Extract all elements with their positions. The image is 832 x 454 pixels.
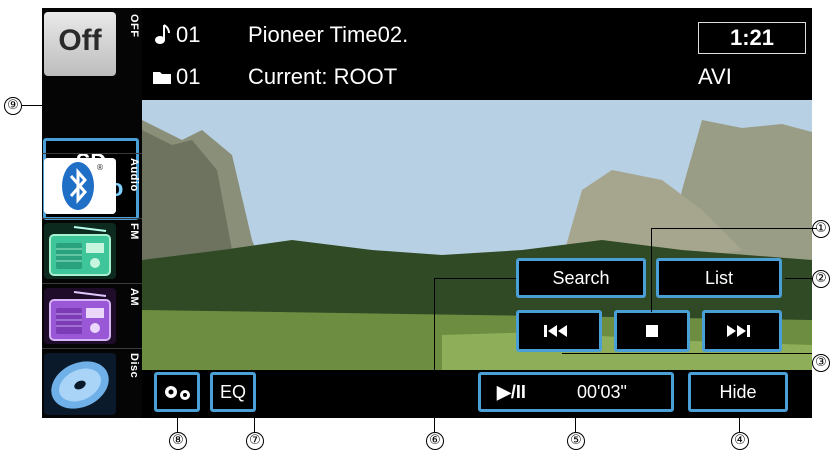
- callout-leader: [651, 228, 652, 312]
- source-fm[interactable]: FM: [42, 219, 142, 283]
- fm-side-label: FM: [128, 223, 140, 240]
- source-sd-video[interactable]: SD Video: [42, 72, 142, 220]
- track-number: 01: [176, 22, 201, 47]
- bt-side-label: Audio: [128, 158, 140, 192]
- callout-leader: [434, 278, 516, 279]
- bluetooth-tile: ®: [44, 158, 116, 214]
- skip-previous-icon: [544, 325, 567, 337]
- source-am[interactable]: AM: [42, 284, 142, 348]
- callout-6: ⑥: [426, 432, 444, 450]
- play-pause-button[interactable]: ▶/II 00'03": [478, 372, 674, 412]
- source-bluetooth-audio[interactable]: ® Audio: [42, 154, 142, 218]
- bluetooth-icon: ®: [44, 158, 116, 214]
- callout-leader: [562, 353, 812, 354]
- callout-leader: [651, 228, 817, 229]
- hide-button[interactable]: Hide: [688, 372, 788, 412]
- callout-leader: [22, 105, 42, 106]
- previous-button[interactable]: [516, 310, 602, 352]
- search-button[interactable]: Search: [516, 258, 646, 298]
- disc-tile: [44, 353, 116, 415]
- current-folder: Current: ROOT: [248, 64, 398, 89]
- list-button[interactable]: List: [656, 258, 782, 298]
- disc-side-label: Disc: [128, 353, 140, 379]
- callout-7: ⑦: [246, 432, 264, 450]
- disc-icon: [51, 361, 109, 409]
- off-side-label: OFF: [128, 14, 140, 38]
- source-off[interactable]: Off OFF: [42, 8, 142, 76]
- callout-3: ③: [812, 354, 830, 372]
- am-radio-icon: [49, 291, 111, 341]
- music-note-icon: [155, 24, 170, 44]
- eq-button[interactable]: EQ: [210, 372, 256, 412]
- fm-radio-icon: [49, 226, 111, 276]
- off-label: Off: [58, 24, 102, 57]
- source-rail: Off OFF SD Video ® Audio: [42, 8, 142, 418]
- source-disc[interactable]: Disc: [42, 349, 142, 418]
- fm-tile: [44, 223, 116, 279]
- svg-text:®: ®: [96, 163, 104, 172]
- folder-number: 01: [176, 64, 201, 89]
- settings-button[interactable]: [154, 372, 200, 412]
- callout-leader: [177, 412, 178, 432]
- callout-2: ②: [812, 270, 830, 288]
- status-bar: 01 Pioneer Time02. 1:21 01 Current: ROOT…: [142, 8, 812, 100]
- folder-icon: [153, 72, 171, 84]
- clock: 1:21: [698, 22, 806, 54]
- callout-8: ⑧: [169, 432, 187, 450]
- skip-next-icon: [727, 325, 750, 337]
- settings-gears-icon: [165, 386, 190, 400]
- callout-5: ⑤: [567, 432, 585, 450]
- stop-icon: [646, 325, 658, 337]
- stop-button[interactable]: [614, 310, 690, 352]
- callout-leader: [254, 412, 255, 432]
- track-title: Pioneer Time02.: [248, 22, 409, 47]
- am-tile: [44, 288, 116, 344]
- callout-leader: [785, 278, 813, 279]
- next-button[interactable]: [702, 310, 782, 352]
- file-format: AVI: [698, 64, 732, 89]
- callout-9: ⑨: [4, 97, 22, 115]
- am-side-label: AM: [128, 288, 140, 307]
- callout-4: ④: [731, 432, 749, 450]
- callout-leader: [739, 412, 740, 432]
- off-tile: Off: [44, 12, 116, 76]
- play-pause-label: ▶/II: [497, 382, 526, 402]
- callout-1: ①: [812, 220, 830, 238]
- callout-leader: [434, 278, 435, 432]
- av-source-screen: Off OFF SD Video ® Audio: [42, 8, 812, 418]
- callout-leader: [575, 412, 576, 432]
- playback-time: 00'03": [577, 382, 627, 402]
